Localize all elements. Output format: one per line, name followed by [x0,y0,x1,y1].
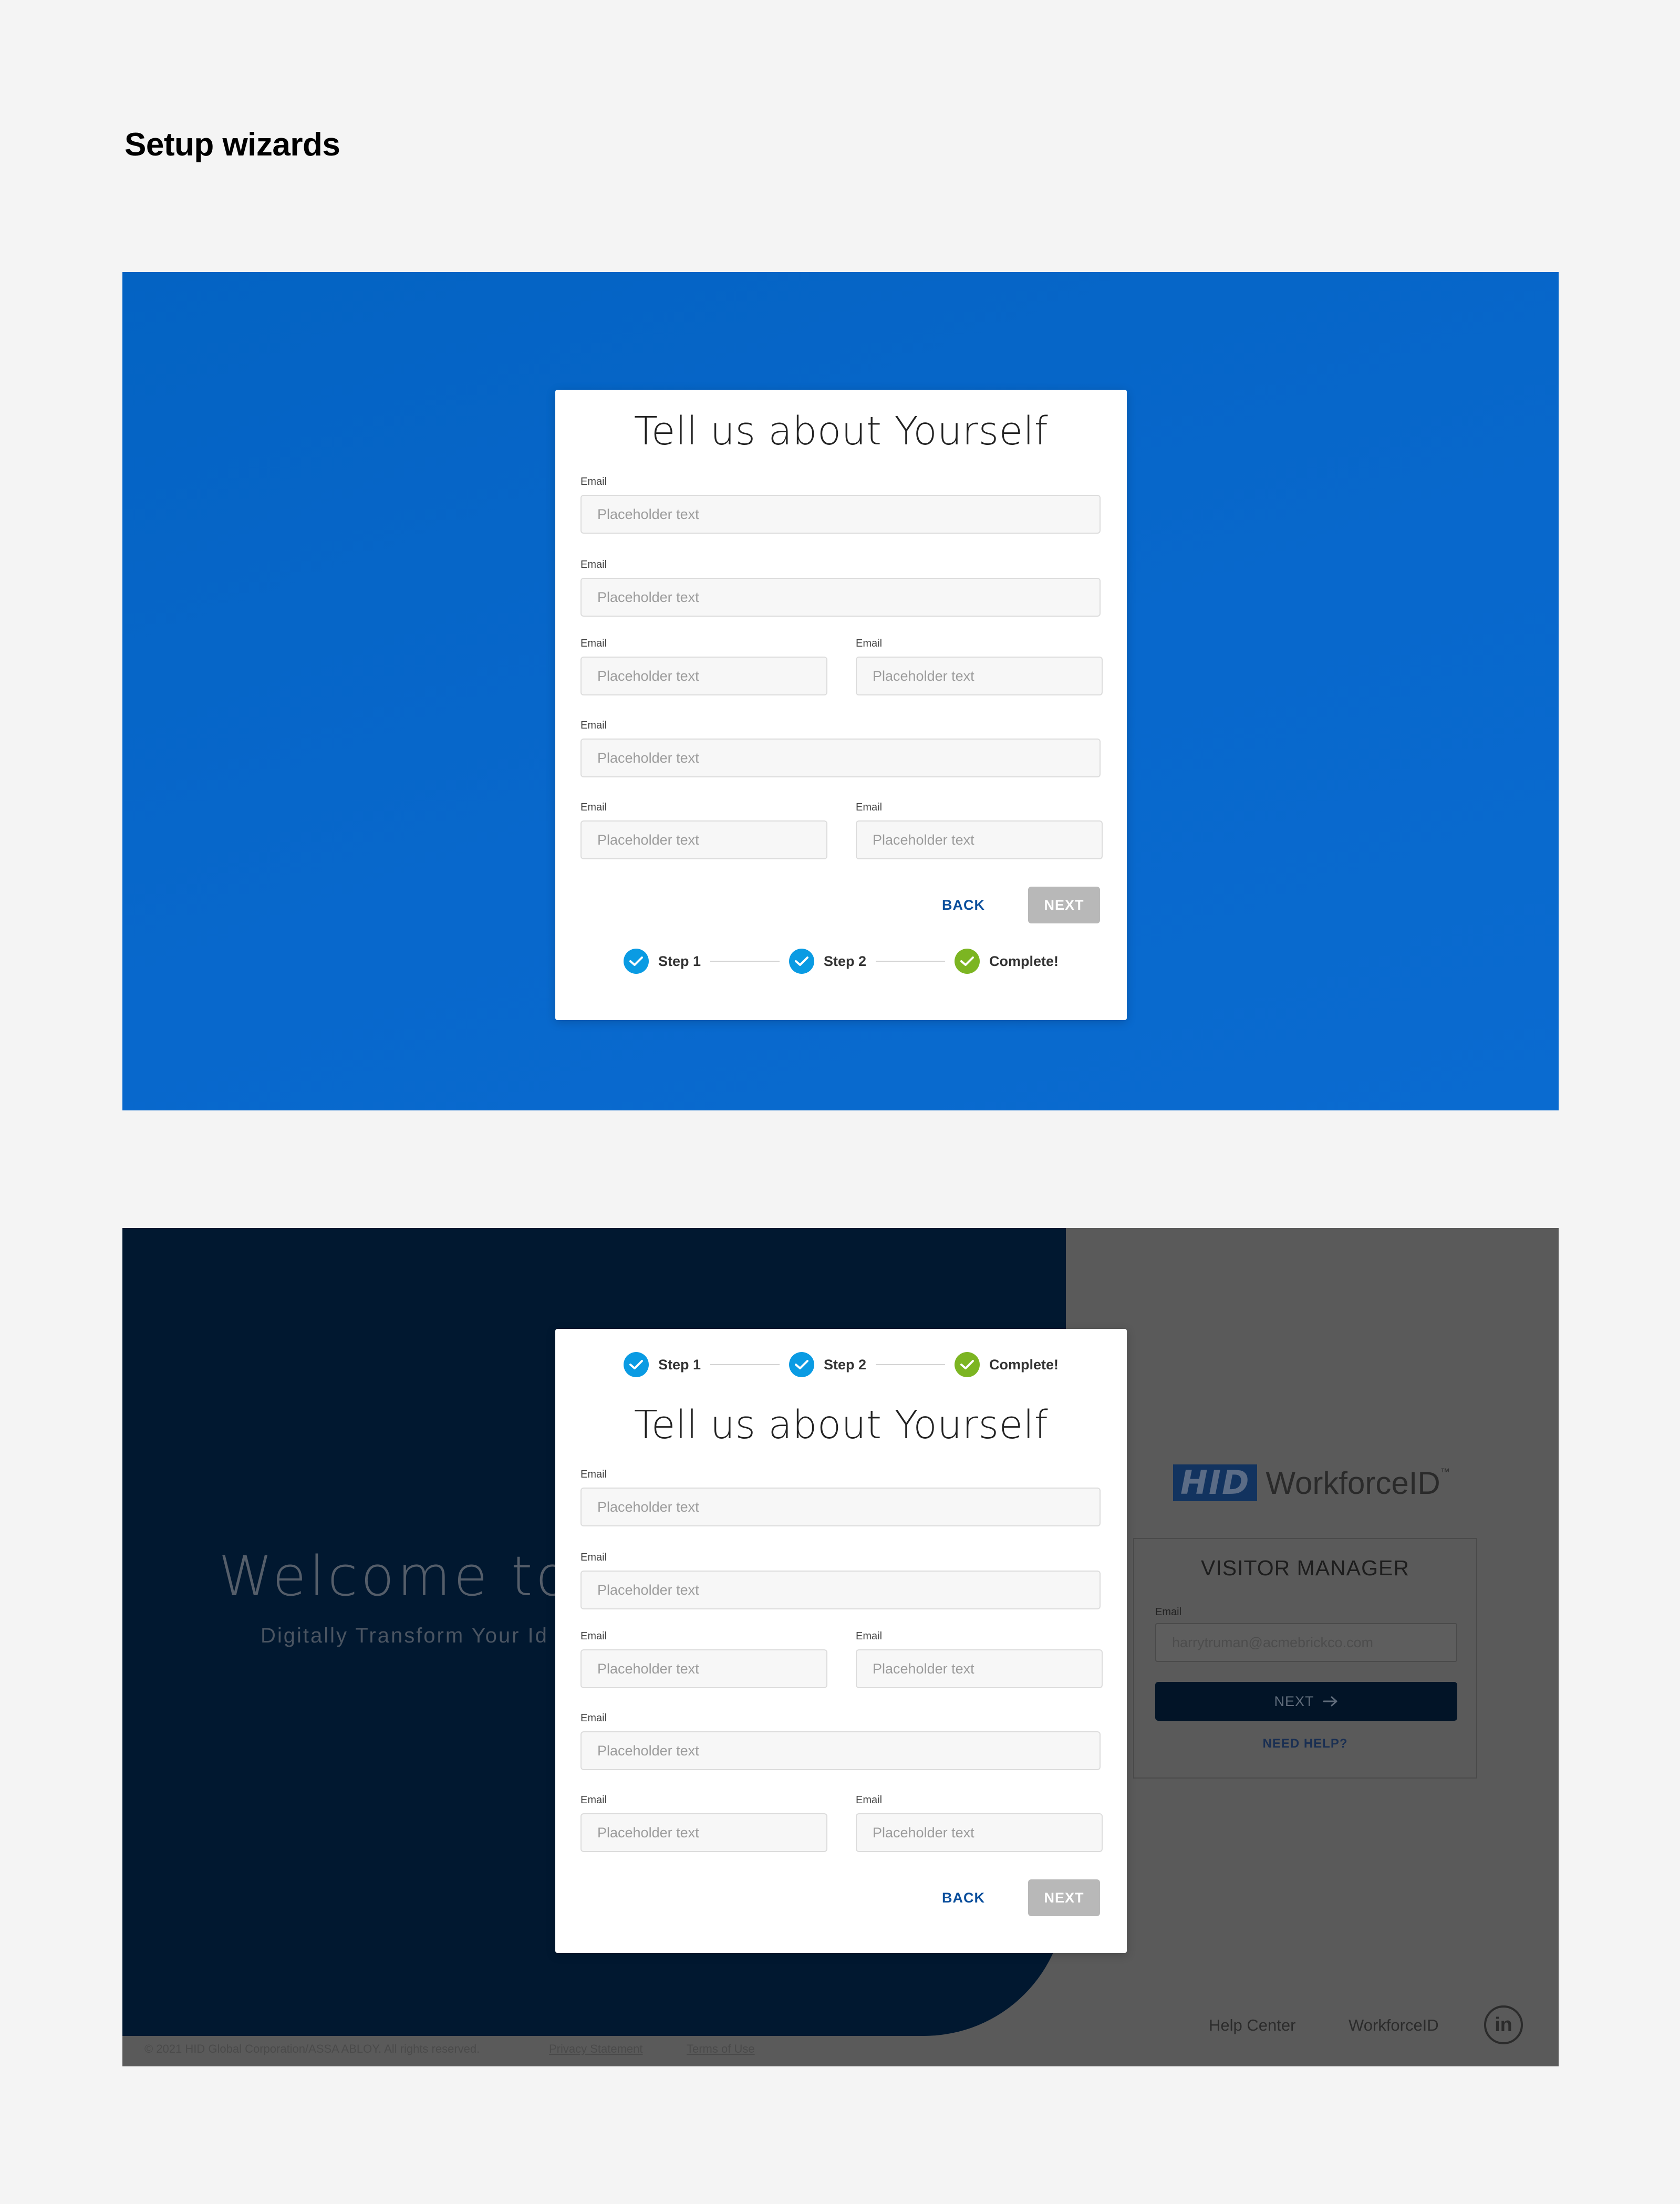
email-field[interactable]: Placeholder text [856,657,1103,695]
wizard-artboard-blue: Tell us about Yourself Email Placeholder… [122,272,1559,1110]
field-label: Email [580,1552,607,1563]
terms-link[interactable]: Terms of Use [687,2042,755,2056]
field-label: Email [856,802,883,813]
email-field[interactable]: Placeholder text [580,1813,827,1852]
step-complete: Complete! [955,1352,1059,1377]
step-connector [876,961,946,962]
step-1: Step 1 [623,1352,701,1377]
back-button[interactable]: BACK [929,1879,998,1916]
email-field[interactable]: Placeholder text [856,1813,1103,1852]
email-field[interactable]: Placeholder text [580,820,827,859]
hid-logo-mark: HID [1173,1464,1258,1501]
need-help-link[interactable]: NEED HELP? [1134,1737,1476,1751]
wizard-card: Step 1 Step 2 Complete! Tell us about Yo… [555,1329,1127,1953]
hid-logo: HID WorkforceID ™ [1173,1464,1450,1501]
field-label: Email [856,1630,883,1642]
field-label: Email [580,476,607,487]
wizard-artboard-overlay: Welcome to Digitally Transform Your Id ©… [122,1228,1559,2066]
step-label: Complete! [989,953,1059,969]
check-icon [955,1352,980,1377]
email-field[interactable]: Placeholder text [580,1731,1101,1770]
wizard-title: Tell us about Yourself [634,409,1049,454]
field-label: Email [856,1794,883,1806]
field-label: Email [580,1630,607,1642]
check-icon [623,949,649,974]
visitor-title: VISITOR MANAGER [1201,1556,1409,1580]
check-icon [789,1352,814,1377]
email-field[interactable]: Placeholder text [580,1571,1101,1609]
trademark: ™ [1440,1467,1450,1477]
email-field[interactable]: Placeholder text [580,657,827,695]
help-center-link[interactable]: Help Center [1209,2016,1295,2035]
page-heading: Setup wizards [125,127,340,163]
welcome-title: Welcome to [219,1544,573,1608]
field-label: Email [580,1794,607,1806]
step-label: Step 2 [823,1356,867,1373]
visitor-email-label: Email [1155,1606,1182,1618]
linkedin-icon[interactable]: in [1484,2005,1523,2044]
check-icon [789,949,814,974]
back-button[interactable]: BACK [929,887,998,923]
email-field[interactable]: Placeholder text [580,578,1101,617]
step-1: Step 1 [623,949,701,974]
email-field[interactable]: Placeholder text [856,820,1103,859]
copyright-text: © 2021 HID Global Corporation/ASSA ABLOY… [144,2042,480,2055]
email-field[interactable]: Placeholder text [856,1649,1103,1688]
visitor-manager-box: VISITOR MANAGER Email harrytruman@acmebr… [1133,1538,1477,1779]
workforceid-link[interactable]: WorkforceID [1349,2016,1439,2035]
visitor-next-button[interactable]: NEXT [1155,1682,1457,1721]
step-label: Step 1 [658,1356,701,1373]
privacy-link[interactable]: Privacy Statement [549,2042,643,2056]
email-field[interactable]: Placeholder text [580,739,1101,777]
field-label: Email [580,638,607,649]
step-connector [876,1364,946,1365]
wizard-title: Tell us about Yourself [634,1402,1049,1448]
check-icon [955,949,980,974]
wizard-card: Tell us about Yourself Email Placeholder… [555,390,1127,1020]
field-label: Email [580,1712,607,1724]
field-label: Email [580,559,607,570]
wizard-stepper: Step 1 Step 2 Complete! [555,1351,1127,1378]
wizard-stepper: Step 1 Step 2 Complete! [555,948,1127,975]
email-field[interactable]: Placeholder text [580,1488,1101,1526]
arrow-right-icon [1323,1696,1337,1707]
email-field[interactable]: Placeholder text [580,1649,827,1688]
step-2: Step 2 [789,1352,866,1377]
step-label: Step 1 [658,953,701,969]
field-label: Email [580,1469,607,1480]
step-label: Step 2 [823,953,867,969]
next-button[interactable]: NEXT [1028,1879,1100,1916]
field-label: Email [856,638,883,649]
visitor-email-field[interactable]: harrytruman@acmebrickco.com [1155,1623,1457,1662]
logo-product-name: WorkforceID [1266,1465,1440,1501]
step-label: Complete! [989,1356,1059,1373]
email-field[interactable]: Placeholder text [580,495,1101,534]
next-button[interactable]: NEXT [1028,887,1100,923]
visitor-next-label: NEXT [1274,1693,1314,1709]
step-connector [710,1364,780,1365]
step-connector [710,961,780,962]
welcome-subtitle: Digitally Transform Your Id [261,1624,548,1647]
step-2: Step 2 [789,949,866,974]
step-complete: Complete! [955,949,1059,974]
check-icon [623,1352,649,1377]
field-label: Email [580,802,607,813]
field-label: Email [580,720,607,731]
